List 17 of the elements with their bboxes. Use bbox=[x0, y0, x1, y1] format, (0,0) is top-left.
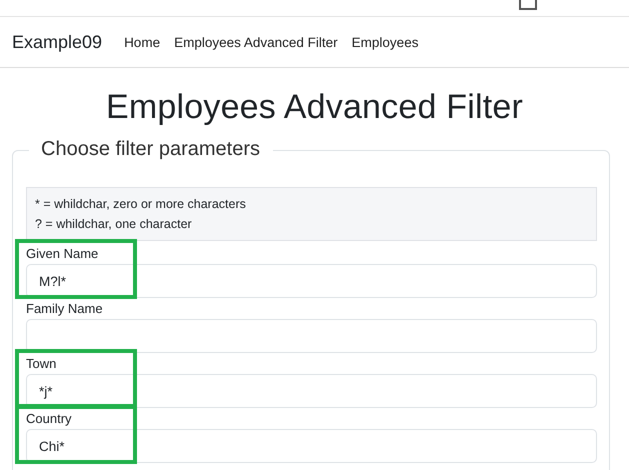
hint-text: ? = whildchar, one character bbox=[35, 216, 193, 233]
input-field[interactable]: *j* bbox=[26, 374, 597, 408]
field-label: Given Name bbox=[26, 245, 100, 263]
field-label: Town bbox=[26, 355, 58, 373]
nav-link[interactable]: Employees bbox=[352, 34, 418, 50]
input-field[interactable]: Chi* bbox=[26, 429, 597, 463]
folder-icon[interactable] bbox=[519, 0, 537, 10]
page-title: Employees Advanced Filter bbox=[105, 87, 524, 128]
input-field[interactable]: M?l* bbox=[26, 264, 597, 298]
panel-legend: Choose filter parameters bbox=[29, 138, 273, 161]
field-label: Family Name bbox=[26, 300, 104, 318]
brand-link[interactable]: Example09 bbox=[12, 32, 102, 52]
hint-text: * = whildchar, zero or more characters bbox=[35, 196, 247, 213]
nav-link[interactable]: Home bbox=[124, 34, 160, 50]
nav-link[interactable]: Employees Advanced Filter bbox=[174, 34, 338, 50]
field-label: Country bbox=[26, 410, 73, 428]
input-field[interactable] bbox=[26, 319, 597, 353]
